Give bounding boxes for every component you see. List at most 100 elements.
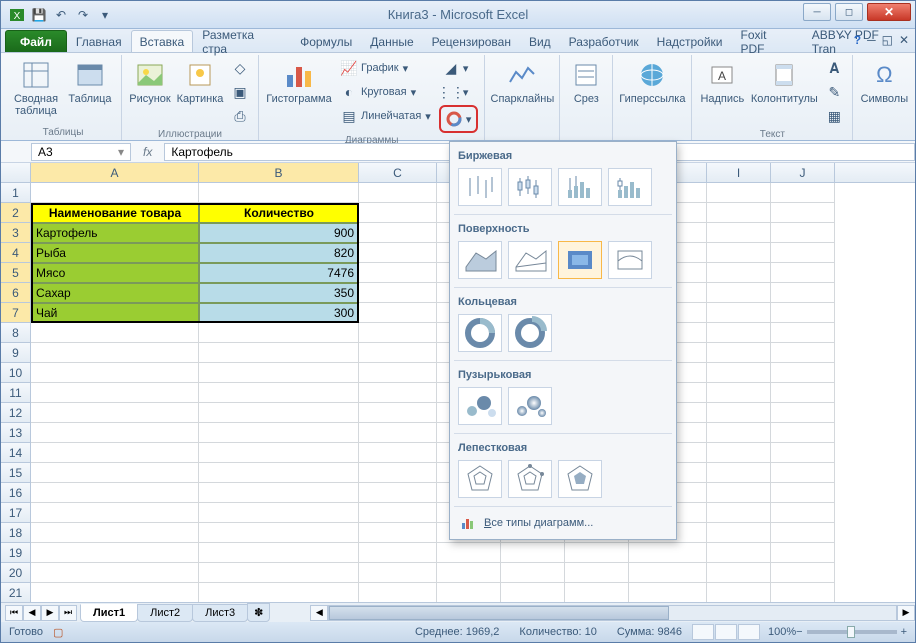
sheet-nav-first[interactable]: ⏮ <box>5 605 23 621</box>
bar-chart-button[interactable]: ▤Линейчатая ▾ <box>337 105 435 127</box>
sheet-tab-3[interactable]: Лист3 <box>192 604 248 622</box>
row-header[interactable]: 8 <box>1 323 31 343</box>
header-footer-button[interactable]: Колонтитулы <box>750 57 818 105</box>
doughnut-chart-1[interactable] <box>458 314 502 352</box>
shapes-button[interactable]: ◇ <box>228 57 252 79</box>
row-header[interactable]: 20 <box>1 563 31 583</box>
view-normal[interactable] <box>692 624 714 640</box>
row-header[interactable]: 12 <box>1 403 31 423</box>
all-chart-types-button[interactable]: Все типы диаграмм... <box>450 507 676 539</box>
slicer-button[interactable]: Срез <box>566 57 606 105</box>
macro-record-icon[interactable]: ▢ <box>53 626 63 639</box>
row-header[interactable]: 4 <box>1 243 31 263</box>
row-header[interactable]: 14 <box>1 443 31 463</box>
sheet-nav-prev[interactable]: ◀ <box>23 605 41 621</box>
undo-icon[interactable]: ↶ <box>51 5 71 25</box>
pivot-table-button[interactable]: Сводная таблица <box>11 57 61 117</box>
cell[interactable]: Чай <box>31 303 199 323</box>
sheet-nav-next[interactable]: ▶ <box>41 605 59 621</box>
surface-chart-3[interactable] <box>558 241 602 279</box>
tab-addins[interactable]: Надстройки <box>648 30 732 52</box>
cell[interactable]: 820 <box>199 243 359 263</box>
cell[interactable]: Наименование товара <box>31 203 199 223</box>
stock-chart-4[interactable] <box>608 168 652 206</box>
hscroll-left[interactable]: ◀ <box>310 605 328 621</box>
select-all-corner[interactable] <box>1 163 31 182</box>
pie-chart-button[interactable]: ◐Круговая ▾ <box>337 81 435 103</box>
view-page-layout[interactable] <box>715 624 737 640</box>
view-page-break[interactable] <box>738 624 760 640</box>
row-header[interactable]: 19 <box>1 543 31 563</box>
maximize-button[interactable]: ◻ <box>835 3 863 21</box>
close-button[interactable]: ✕ <box>867 3 911 21</box>
row-header[interactable]: 13 <box>1 423 31 443</box>
other-charts-button[interactable]: ▾ <box>439 105 479 133</box>
row-header[interactable]: 10 <box>1 363 31 383</box>
screenshot-button[interactable]: ⎙ <box>228 105 252 127</box>
cell[interactable]: Мясо <box>31 263 199 283</box>
help-icon[interactable]: ? <box>854 33 861 47</box>
tab-formulas[interactable]: Формулы <box>291 30 361 52</box>
cell[interactable]: Картофель <box>31 223 199 243</box>
bubble-chart-1[interactable] <box>458 387 502 425</box>
tab-foxit[interactable]: Foxit PDF <box>732 30 803 52</box>
tab-file[interactable]: Файл <box>5 30 67 52</box>
surface-chart-4[interactable] <box>608 241 652 279</box>
workbook-close-icon[interactable]: ✕ <box>899 33 909 47</box>
row-header[interactable]: 3 <box>1 223 31 243</box>
row-header[interactable]: 9 <box>1 343 31 363</box>
sheet-nav-last[interactable]: ⏭ <box>59 605 77 621</box>
row-header[interactable]: 15 <box>1 463 31 483</box>
new-sheet-button[interactable]: ✽ <box>247 603 270 622</box>
row-header[interactable]: 18 <box>1 523 31 543</box>
col-header-j[interactable]: J <box>771 163 835 182</box>
row-header[interactable]: 6 <box>1 283 31 303</box>
doughnut-chart-2[interactable] <box>508 314 552 352</box>
col-header-b[interactable]: B <box>199 163 359 182</box>
stock-chart-3[interactable] <box>558 168 602 206</box>
object-button[interactable]: ▦ <box>822 105 846 127</box>
stock-chart-2[interactable] <box>508 168 552 206</box>
cell[interactable]: 300 <box>199 303 359 323</box>
row-header[interactable]: 1 <box>1 183 31 203</box>
radar-chart-1[interactable] <box>458 460 502 498</box>
hscroll-track[interactable] <box>328 605 897 621</box>
surface-chart-1[interactable] <box>458 241 502 279</box>
row-header[interactable]: 7 <box>1 303 31 323</box>
picture-button[interactable]: Рисунок <box>128 57 172 105</box>
row-header[interactable]: 5 <box>1 263 31 283</box>
row-header[interactable]: 16 <box>1 483 31 503</box>
col-header-i[interactable]: I <box>707 163 771 182</box>
clipart-button[interactable]: Картинка <box>176 57 224 105</box>
table-button[interactable]: Таблица <box>65 57 115 105</box>
tab-review[interactable]: Рецензирован <box>423 30 520 52</box>
wordart-button[interactable]: 𝐀 <box>822 57 846 79</box>
radar-chart-2[interactable] <box>508 460 552 498</box>
col-header-c[interactable]: C <box>359 163 437 182</box>
tab-developer[interactable]: Разработчик <box>560 30 648 52</box>
column-chart-button[interactable]: Гистограмма <box>265 57 333 105</box>
tab-home[interactable]: Главная <box>67 30 131 52</box>
col-header-a[interactable]: A <box>31 163 199 182</box>
redo-icon[interactable]: ↷ <box>73 5 93 25</box>
textbox-button[interactable]: A Надпись <box>698 57 746 105</box>
tab-view[interactable]: Вид <box>520 30 560 52</box>
zoom-slider[interactable] <box>807 630 897 634</box>
cell[interactable]: Сахар <box>31 283 199 303</box>
zoom-in[interactable]: + <box>901 626 907 638</box>
cell[interactable]: 7476 <box>199 263 359 283</box>
cell[interactable]: 350 <box>199 283 359 303</box>
scatter-chart-button[interactable]: ⋮⋮▾ <box>439 81 479 103</box>
workbook-minimize-icon[interactable]: ─ <box>867 33 876 47</box>
row-header[interactable]: 21 <box>1 583 31 603</box>
fx-icon[interactable]: fx <box>143 145 152 159</box>
name-box[interactable]: A3▾ <box>31 143 131 161</box>
tab-page-layout[interactable]: Разметка стра <box>193 30 291 52</box>
area-chart-button[interactable]: ◢▾ <box>439 57 479 79</box>
row-header[interactable]: 17 <box>1 503 31 523</box>
workbook-restore-icon[interactable]: ◱ <box>882 33 893 47</box>
zoom-level[interactable]: 100% <box>768 626 796 638</box>
tab-insert[interactable]: Вставка <box>131 30 194 52</box>
smartart-button[interactable]: ▣ <box>228 81 252 103</box>
sheet-tab-2[interactable]: Лист2 <box>137 604 193 622</box>
